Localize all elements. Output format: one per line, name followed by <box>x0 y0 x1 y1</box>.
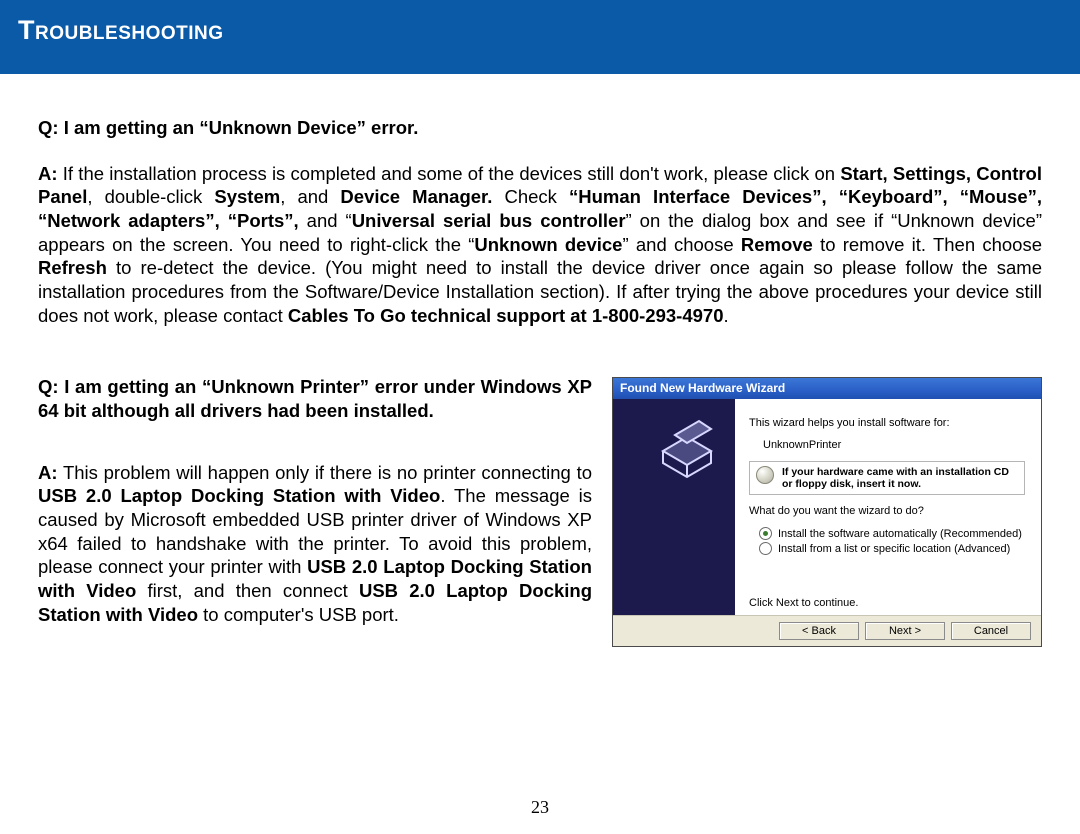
section-title: Troubleshooting <box>18 15 224 45</box>
wizard-intro: This wizard helps you install software f… <box>749 417 1025 429</box>
wizard-continue: Click Next to continue. <box>749 597 1025 609</box>
faq-item-1: Q: I am getting an “Unknown Device” erro… <box>38 116 1042 327</box>
wizard-option-auto-label: Install the software automatically (Reco… <box>778 528 1022 540</box>
wizard-cd-text: If your hardware came with an installati… <box>782 466 1018 490</box>
faq2-answer-body: This problem will happen only if there i… <box>38 462 592 625</box>
section-header: Troubleshooting <box>0 0 1080 74</box>
cd-icon <box>756 466 774 484</box>
wizard-prompt: What do you want the wizard to do? <box>749 505 1025 517</box>
faq-item-2: Q: I am getting an “Unknown Printer” err… <box>38 375 592 626</box>
wizard-option-auto[interactable]: Install the software automatically (Reco… <box>759 527 1025 540</box>
wizard-option-specific[interactable]: Install from a list or specific location… <box>759 542 1025 555</box>
hardware-wizard-screenshot: Found New Hardware Wizard This wizard he… <box>612 377 1042 647</box>
hardware-icon <box>653 411 723 481</box>
back-button[interactable]: < Back <box>779 622 859 640</box>
wizard-sidebar <box>613 399 735 615</box>
faq2-answer: A: This problem will happen only if ther… <box>38 461 592 627</box>
faq1-answer-body: If the installation process is completed… <box>38 163 1042 326</box>
cancel-button[interactable]: Cancel <box>951 622 1031 640</box>
radio-icon <box>759 542 772 555</box>
radio-icon <box>759 527 772 540</box>
page-number: 23 <box>0 797 1080 818</box>
wizard-footer: < Back Next > Cancel <box>613 615 1041 646</box>
next-button[interactable]: Next > <box>865 622 945 640</box>
faq1-answer: A: If the installation process is comple… <box>38 162 1042 328</box>
faq2-question: Q: I am getting an “Unknown Printer” err… <box>38 375 592 422</box>
wizard-device-name: UnknownPrinter <box>763 439 1025 451</box>
wizard-option-specific-label: Install from a list or specific location… <box>778 543 1010 555</box>
faq1-question: Q: I am getting an “Unknown Device” erro… <box>38 116 1042 140</box>
wizard-titlebar: Found New Hardware Wizard <box>613 378 1041 399</box>
wizard-cd-notice: If your hardware came with an installati… <box>749 461 1025 495</box>
